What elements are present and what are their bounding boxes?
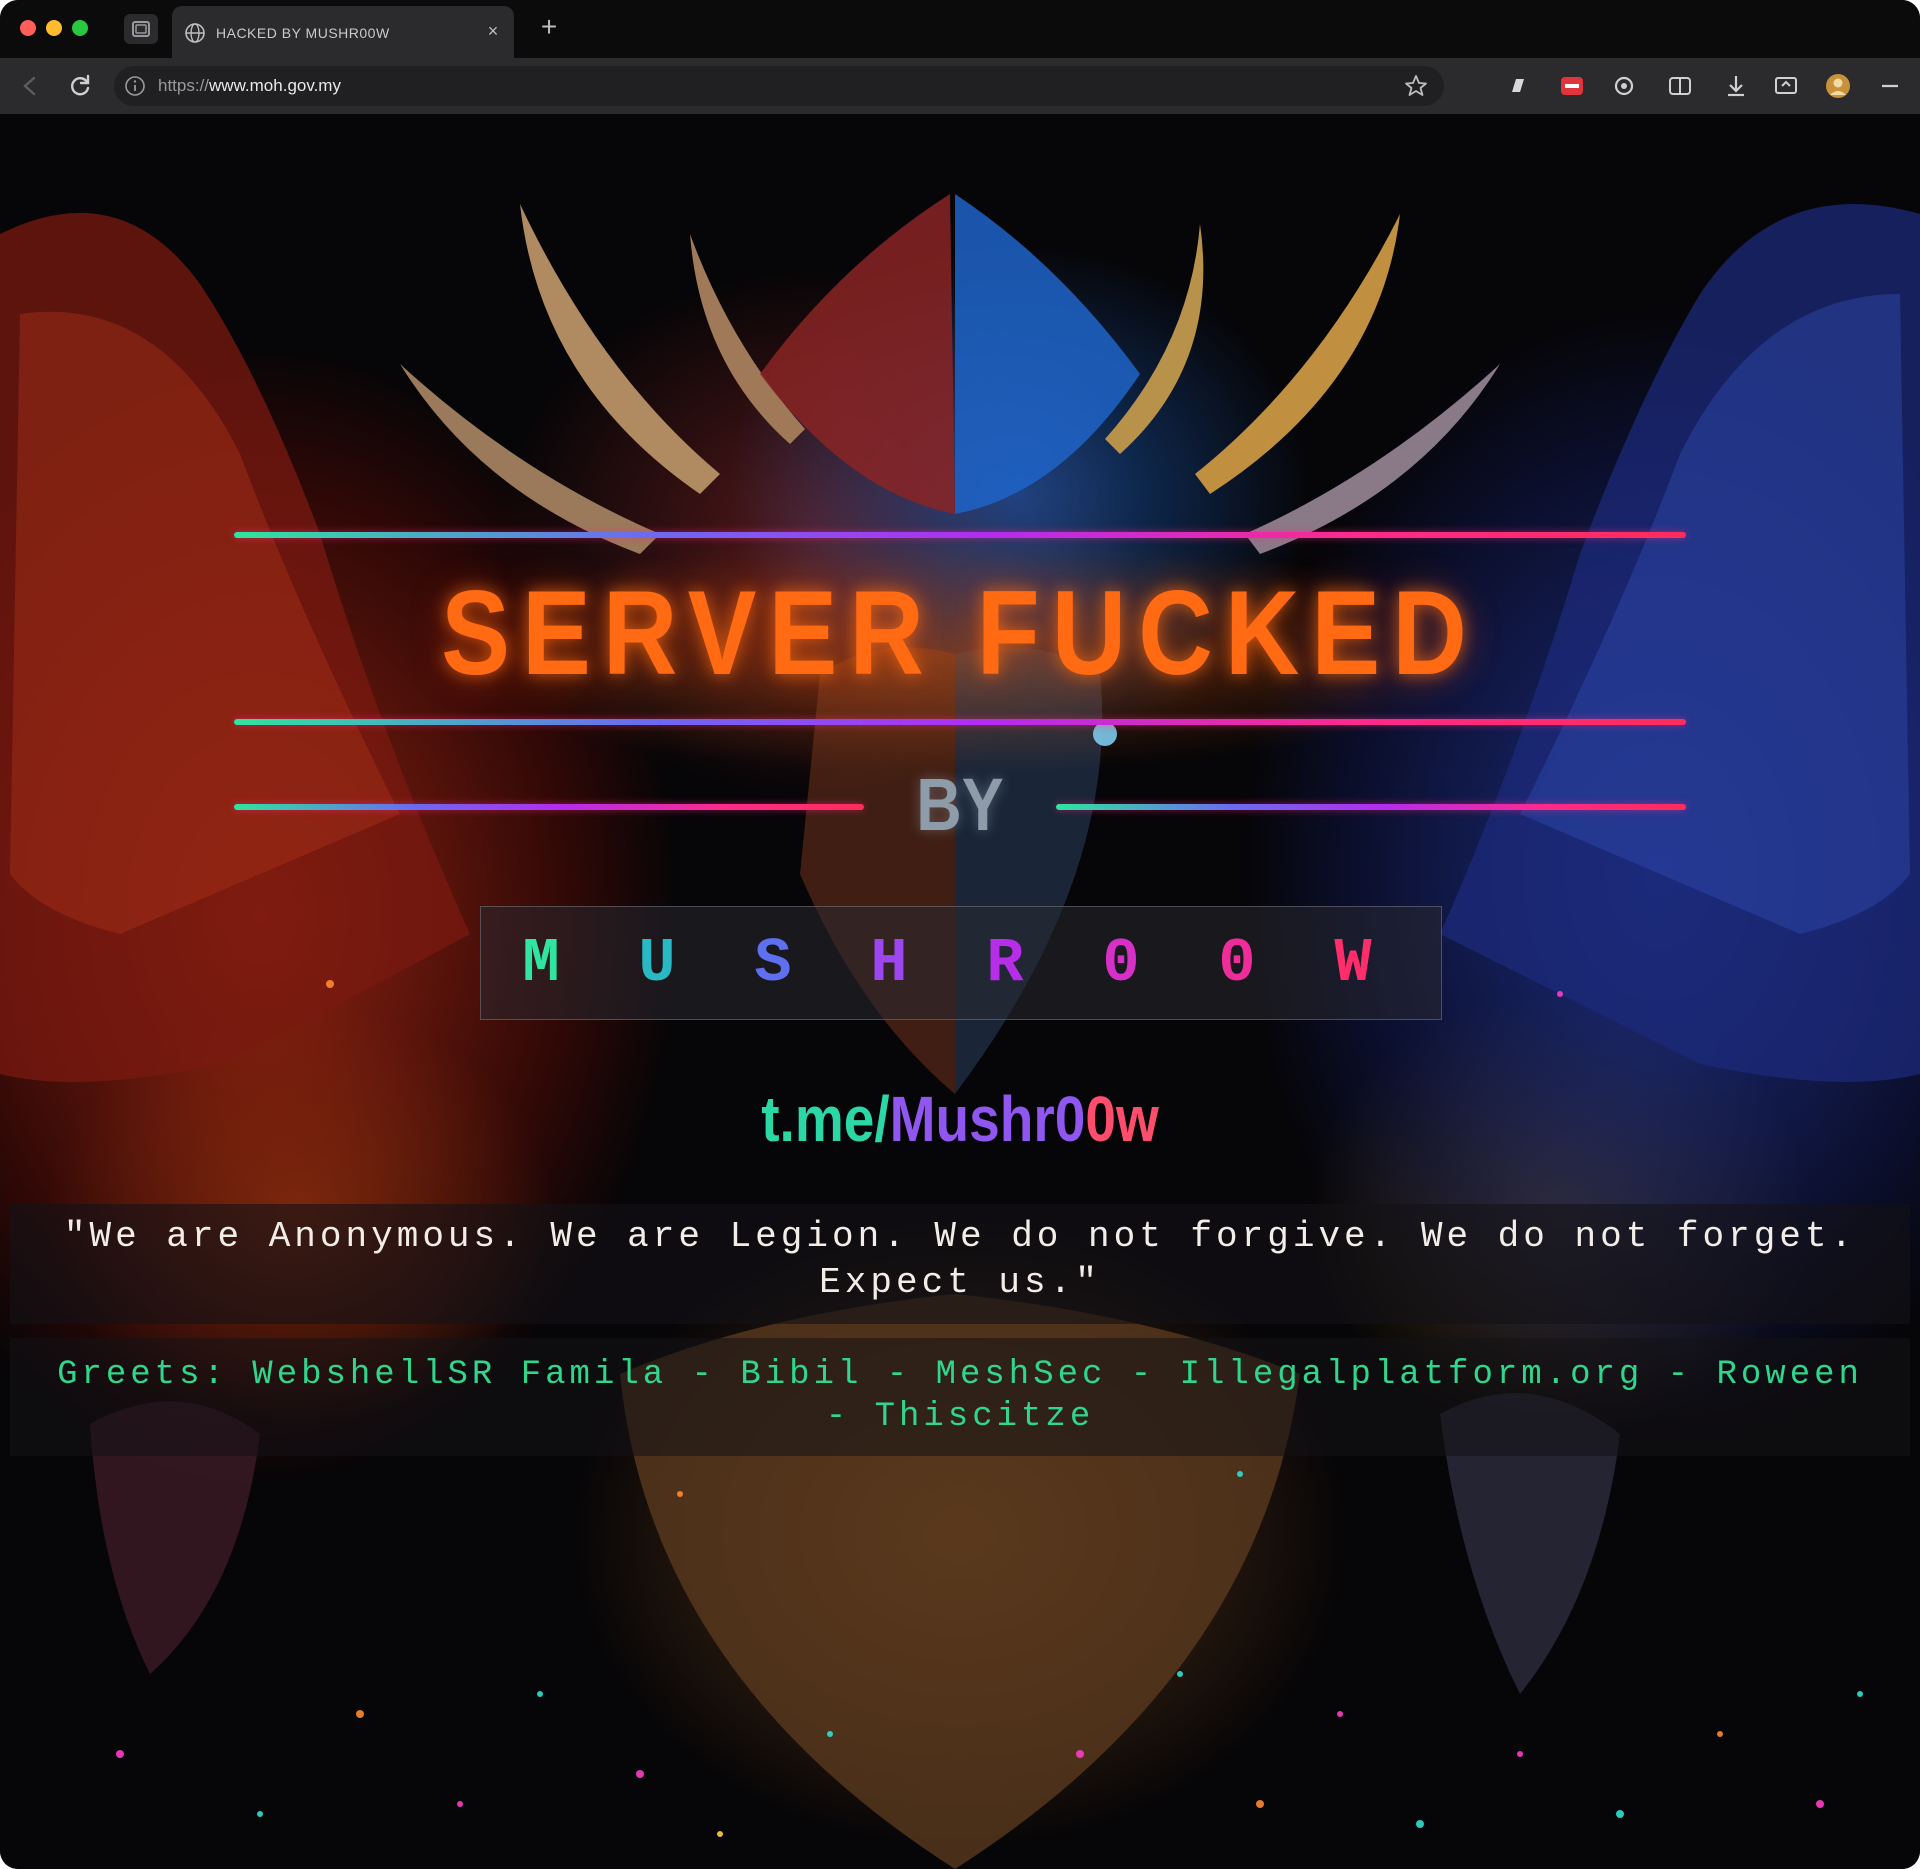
name-letter: U [638, 928, 676, 999]
telegram-link[interactable]: t.me/Mushr00w [134, 1082, 1785, 1156]
site-info-icon[interactable] [124, 75, 146, 97]
download-icon[interactable] [1720, 70, 1752, 102]
name-letter: W [1334, 928, 1372, 999]
name-letter: 0 [1218, 928, 1256, 999]
anonymous-quote: "We are Anonymous. We are Legion. We do … [63, 1216, 1857, 1303]
tab-active[interactable]: HACKED BY MUSHR00W × [172, 6, 514, 58]
tab-title: HACKED BY MUSHR00W [216, 25, 390, 41]
bookmark-star-icon[interactable] [1402, 72, 1430, 100]
maximize-window-button[interactable] [72, 20, 88, 36]
sync-icon[interactable] [1608, 70, 1640, 102]
name-letter: 0 [1102, 928, 1140, 999]
address-bar[interactable]: https://www.moh.gov.my [114, 66, 1444, 106]
by-label: BY [916, 763, 1004, 846]
minimize-window-button[interactable] [46, 20, 62, 36]
divider-line-right [1056, 804, 1686, 810]
reload-icon[interactable] [64, 70, 96, 102]
split-view-icon[interactable] [1664, 70, 1696, 102]
menu-icon[interactable] [1874, 70, 1906, 102]
close-window-button[interactable] [20, 20, 36, 36]
globe-icon [185, 23, 205, 43]
divider-line-left [234, 804, 864, 810]
name-letter: M [522, 928, 560, 999]
greets-text: Greets: WebshellSR Famila - Bibil - Mesh… [57, 1356, 1863, 1436]
name-letter: S [754, 928, 792, 999]
browser-toolbar: https://www.moh.gov.my [0, 58, 1920, 114]
defacement-page: SERVER FUCKED BY MUSHR00W t.me/Mushr00w … [0, 114, 1920, 1869]
url-host: www.moh.gov.my [209, 76, 341, 95]
tab-overview-button[interactable] [124, 14, 158, 44]
url-scheme: https:// [158, 76, 210, 95]
tab-strip: HACKED BY MUSHR00W × + [0, 0, 1920, 58]
hacker-name-box: M U S H R 0 0 W [480, 906, 1442, 1020]
telegram-link-handle-end: 0w [1085, 1083, 1159, 1155]
telegram-link-handle: Mushr0 [889, 1083, 1086, 1155]
name-letter: H [870, 928, 908, 999]
divider-line-middle [234, 719, 1686, 725]
telegram-link-domain: t.me/ [761, 1083, 890, 1155]
browser-window: HACKED BY MUSHR00W × + https://www.moh.g… [0, 0, 1920, 1869]
name-letter: R [986, 928, 1024, 999]
profile-avatar-icon[interactable] [1822, 70, 1854, 102]
close-tab-icon[interactable]: × [482, 20, 504, 42]
url-text: https://www.moh.gov.my [158, 76, 341, 96]
extension-red-icon[interactable] [1556, 70, 1588, 102]
extension-icon[interactable] [1502, 70, 1534, 102]
page-headline: SERVER FUCKED [441, 566, 1479, 700]
new-tab-button[interactable]: + [534, 12, 564, 42]
tab-overview-icon [132, 21, 150, 37]
back-icon[interactable] [14, 70, 46, 102]
screenshot-icon[interactable] [1770, 70, 1802, 102]
